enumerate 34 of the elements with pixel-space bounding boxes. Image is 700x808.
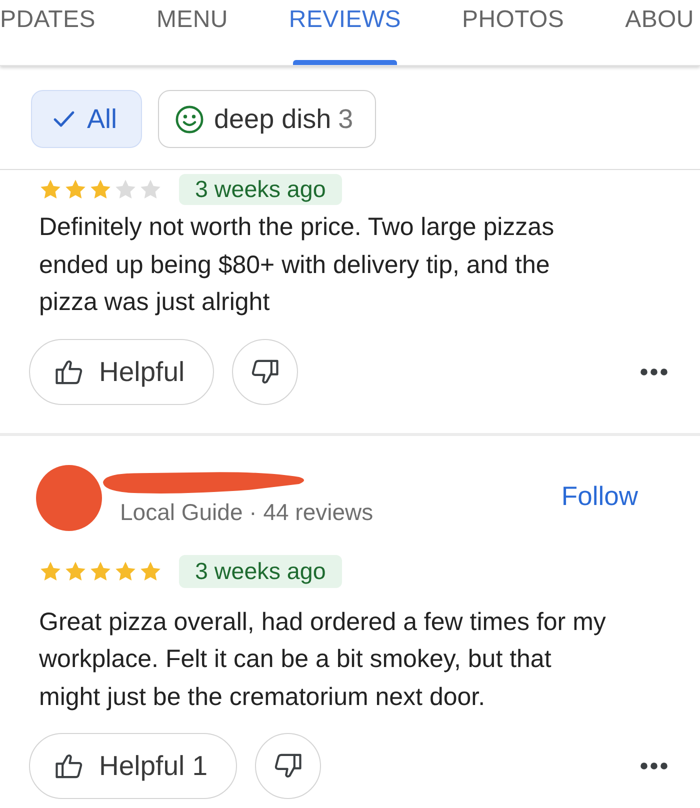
reviewer-meta: Local Guide · 44 reviews	[120, 498, 374, 526]
star-icon	[64, 560, 87, 582]
review-text: Great pizza overall, had ordered a few times for my workplace. Felt it can be a bit smokey, but that might just be the crematorium next door.	[39, 606, 607, 712]
thumbs-down-icon	[250, 358, 279, 386]
star-icon	[39, 178, 62, 201]
star-icon	[89, 560, 112, 582]
dislike-button[interactable]	[232, 338, 298, 404]
more-icon	[640, 762, 668, 770]
thumbs-up-icon	[55, 752, 83, 780]
star-icon	[114, 560, 137, 582]
filter-chip[interactable]: All	[31, 90, 142, 148]
helpful-button[interactable]: Helpful 1	[29, 733, 237, 799]
review-text: Definitely not worth the price. Two large pizzas ended up being $80+ with delivery tip, and the pizza was just alright	[39, 212, 556, 318]
smiley-icon	[175, 104, 204, 134]
dislike-button[interactable]	[254, 733, 321, 799]
follow-button[interactable]: Follow	[561, 480, 638, 512]
star-icon	[89, 178, 112, 201]
tab[interactable]: REVIEWS	[288, 0, 402, 65]
star-icon	[139, 560, 162, 582]
helpful-button[interactable]: Helpful	[29, 338, 214, 404]
filter-chip[interactable]: deep dish 3	[158, 90, 376, 148]
star-icon	[114, 178, 137, 201]
tab[interactable]: PDATES	[0, 0, 96, 65]
review-date: 3 weeks ago	[179, 554, 342, 588]
star-icon	[39, 560, 62, 582]
tab[interactable]: PHOTOS	[462, 0, 564, 65]
thumbs-up-icon	[55, 358, 83, 386]
review-date: 3 weeks ago	[179, 174, 342, 205]
star-icon	[64, 178, 87, 201]
tab[interactable]: ABOU	[625, 0, 694, 65]
more-icon	[640, 368, 668, 376]
star-icon	[139, 178, 162, 201]
thumbs-down-icon	[274, 752, 302, 780]
tab[interactable]: MENU	[156, 0, 228, 65]
